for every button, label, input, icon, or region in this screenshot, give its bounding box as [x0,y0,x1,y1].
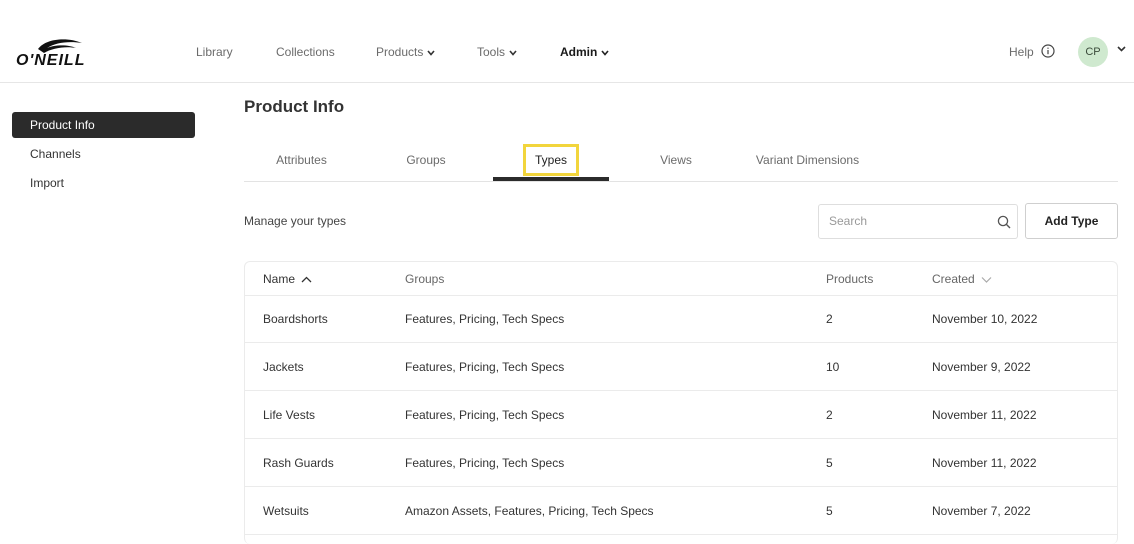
tab-label: Variant Dimensions [755,153,860,167]
cell-name: Wetsuits [263,504,309,518]
tab-attributes[interactable]: Attributes [244,145,359,181]
cell-created: November 11, 2022 [932,456,1037,470]
oneill-logo[interactable]: O'NEILL [16,36,104,68]
nav-products-label: Products [376,45,424,59]
cell-groups: Features, Pricing, Tech Specs [405,312,565,326]
add-type-button[interactable]: Add Type [1025,203,1118,239]
tab-label: Attributes [276,153,327,167]
column-header-products-label: Products [826,272,874,286]
cell-created: November 11, 2022 [932,408,1037,422]
nav-tools-label: Tools [477,45,506,59]
cell-products: 2 [826,312,833,326]
help-link[interactable]: Help [1009,44,1034,60]
nav-products[interactable]: Products [376,44,435,60]
cell-groups: Features, Pricing, Tech Specs [405,408,565,422]
sidebar-item-label: Channels [30,147,81,161]
column-header-created[interactable]: Created [932,272,992,286]
nav-collections-label: Collections [276,45,335,59]
nav-admin[interactable]: Admin [560,44,609,60]
sidebar-item-label: Product Info [30,118,95,132]
cell-name: Life Vests [263,408,316,422]
cell-name: Rash Guards [263,456,334,470]
cell-groups: Features, Pricing, Tech Specs [405,456,565,470]
column-header-name-label: Name [263,272,296,286]
help-label: Help [1009,45,1034,59]
cell-created: November 10, 2022 [932,312,1038,326]
tab-label: Views [660,153,692,167]
sort-up-icon [301,276,312,283]
cell-products: 5 [826,504,833,518]
nav-library[interactable]: Library [196,44,233,60]
search-icon[interactable] [997,215,1011,229]
nav-admin-label: Admin [560,45,598,59]
cell-products: 5 [826,456,833,470]
cell-products: 2 [826,408,833,422]
sidebar-item-channels[interactable]: Channels [12,141,195,167]
cell-products: 10 [826,360,840,374]
sidebar-item-product-info[interactable]: Product Info [12,112,195,138]
table-row[interactable]: Rash Guards Features, Pricing, Tech Spec… [245,439,1117,487]
cell-name: Jackets [263,360,304,374]
chevron-down-icon [427,50,435,56]
search-input[interactable] [829,214,989,228]
types-table: Name Groups Products Created Boardshorts… [244,261,1118,544]
table-row[interactable]: Life Vests Features, Pricing, Tech Specs… [245,391,1117,439]
chevron-down-icon [509,50,517,56]
search-box [818,204,1018,239]
tab-variant-dimensions[interactable]: Variant Dimensions [743,145,872,181]
cell-groups: Features, Pricing, Tech Specs [405,360,565,374]
page-title: Product Info [244,97,345,116]
nav-library-label: Library [196,45,233,59]
chevron-down-icon[interactable] [1117,46,1126,52]
column-header-created-label: Created [932,272,975,286]
tab-label: Types [522,144,579,176]
sidebar-item-import[interactable]: Import [12,170,195,196]
nav-collections[interactable]: Collections [276,44,335,60]
column-header-products[interactable]: Products [826,272,873,286]
column-header-groups[interactable]: Groups [405,272,444,286]
tab-bar: Attributes Groups Types Views Variant Di… [244,144,1118,182]
chevron-down-icon [601,50,609,56]
sidebar-item-label: Import [30,176,65,190]
cell-created: November 7, 2022 [932,504,1031,518]
cell-groups: Amazon Assets, Features, Pricing, Tech S… [405,504,654,518]
tab-views[interactable]: Views [621,145,731,181]
column-header-groups-label: Groups [405,272,445,286]
tab-types[interactable]: Types [493,144,609,181]
user-avatar[interactable]: CP [1078,37,1108,67]
nav-tools[interactable]: Tools [477,44,517,60]
tab-label: Groups [406,153,446,167]
cell-name: Boardshorts [263,312,328,326]
table-row[interactable]: Wetsuits Amazon Assets, Features, Pricin… [245,487,1117,535]
section-subtitle: Manage your types [244,214,347,228]
cell-created: November 9, 2022 [932,360,1031,374]
top-navigation-bar: O'NEILL Library Collections Products Too… [0,0,1134,83]
table-row[interactable]: Jackets Features, Pricing, Tech Specs 10… [245,343,1117,391]
table-header: Name Groups Products Created [245,262,1117,296]
column-header-name[interactable]: Name [263,272,312,286]
tab-groups[interactable]: Groups [371,145,481,181]
brand-name: O'NEILL [16,52,85,68]
sort-down-icon [981,277,992,284]
table-row[interactable]: Boardshorts Features, Pricing, Tech Spec… [245,295,1117,343]
info-icon[interactable] [1041,44,1055,58]
